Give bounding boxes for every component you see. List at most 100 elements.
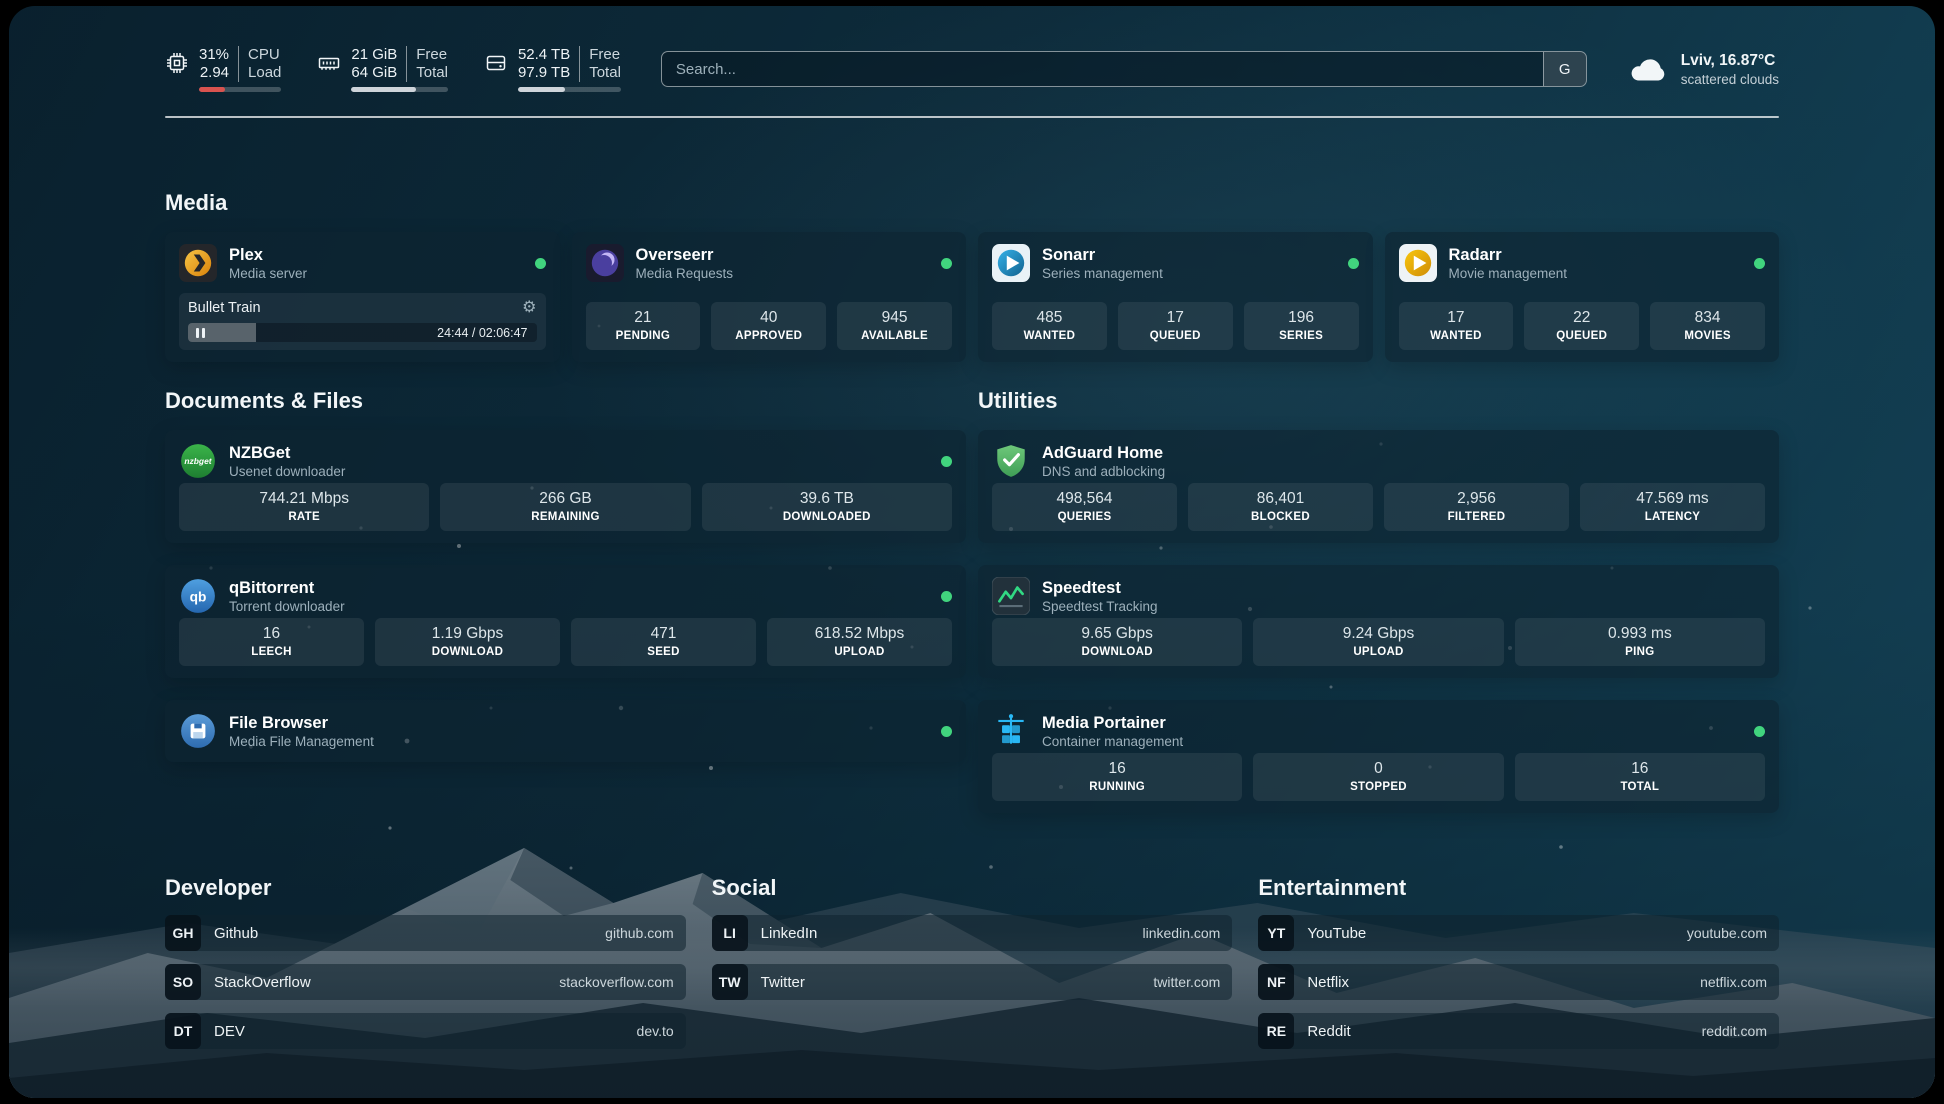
stat-box: 40 APPROVED: [711, 302, 826, 350]
pause-icon[interactable]: [196, 328, 205, 338]
disk-free: 52.4 TB: [518, 46, 570, 64]
service-subtitle: Media Requests: [636, 266, 734, 281]
bookmark-linkedin[interactable]: LI LinkedIn linkedin.com: [712, 915, 1233, 951]
plex-card[interactable]: Plex Media server Bullet Train ⚙ 24:44 /…: [165, 232, 560, 362]
portainer-card[interactable]: Media Portainer Container management 16 …: [978, 700, 1779, 813]
stat-value: 744.21 Mbps: [183, 489, 425, 508]
cpu-widget: 31% 2.94 CPU Load: [165, 46, 281, 92]
stat-value: 16: [996, 759, 1238, 778]
stat-box: 0 STOPPED: [1253, 753, 1503, 801]
stat-box: 618.52 Mbps UPLOAD: [767, 618, 952, 666]
search-bar[interactable]: G: [661, 51, 1587, 87]
search-provider-button[interactable]: G: [1543, 52, 1586, 86]
stat-box: 0.993 ms PING: [1515, 618, 1765, 666]
bookmark-name: Github: [214, 925, 258, 942]
bookmark-url: youtube.com: [1687, 925, 1767, 941]
stat-label: SERIES: [1248, 330, 1355, 342]
section-title-utilities: Utilities: [978, 388, 1779, 414]
stat-value: 618.52 Mbps: [771, 624, 948, 643]
cpu-load: 2.94: [200, 64, 229, 82]
documents-column: Documents & Files nzbget: [165, 388, 966, 813]
stat-label: DOWNLOADED: [706, 511, 948, 523]
status-dot: [941, 591, 952, 602]
stat-box: 22 QUEUED: [1524, 302, 1639, 350]
svg-text:qb: qb: [190, 589, 207, 604]
stat-box: 744.21 Mbps RATE: [179, 483, 429, 531]
bookmark-name: Netflix: [1307, 974, 1349, 991]
playback-time: 24:44 / 02:06:47: [437, 326, 527, 340]
stat-box: 485 WANTED: [992, 302, 1107, 350]
stat-label: DOWNLOAD: [379, 646, 556, 658]
service-title: qBittorrent: [229, 578, 345, 598]
stat-label: LATENCY: [1584, 511, 1761, 523]
media-grid: Plex Media server Bullet Train ⚙ 24:44 /…: [165, 232, 1779, 362]
stat-label: WANTED: [1403, 330, 1510, 342]
disk-total-label: Total: [589, 64, 621, 82]
stat-box: 17 WANTED: [1399, 302, 1514, 350]
playback-progress-bar[interactable]: 24:44 / 02:06:47: [188, 323, 537, 342]
cpu-usage-bar: [199, 87, 281, 92]
memory-total-label: Total: [416, 64, 448, 82]
gear-icon[interactable]: ⚙: [522, 300, 536, 316]
radarr-card[interactable]: Radarr Movie management 17 WANTED 22 QUE…: [1385, 232, 1780, 362]
bookmark-stackoverflow[interactable]: SO StackOverflow stackoverflow.com: [165, 964, 686, 1000]
portainer-icon: [992, 712, 1030, 750]
cpu-label: CPU: [248, 46, 281, 64]
stat-value: 2,956: [1388, 489, 1565, 508]
status-dot: [941, 726, 952, 737]
adguard-card[interactable]: AdGuard Home DNS and adblocking 498,564 …: [978, 430, 1779, 543]
stat-value: 834: [1654, 308, 1761, 327]
stat-box: 945 AVAILABLE: [837, 302, 952, 350]
dashboard-screen: 31% 2.94 CPU Load: [9, 6, 1935, 1098]
stat-value: 0: [1257, 759, 1499, 778]
speedtest-card[interactable]: Speedtest Speedtest Tracking 9.65 Gbps D…: [978, 565, 1779, 678]
stat-value: 945: [841, 308, 948, 327]
stat-box: 834 MOVIES: [1650, 302, 1765, 350]
bookmark-reddit[interactable]: RE Reddit reddit.com: [1258, 1013, 1779, 1049]
memory-free: 21 GiB: [351, 46, 397, 64]
search-input[interactable]: [662, 52, 1543, 86]
bookmark-url: stackoverflow.com: [559, 974, 673, 990]
stat-box: 2,956 FILTERED: [1384, 483, 1569, 531]
stat-box: 16 RUNNING: [992, 753, 1242, 801]
stat-box: 16 TOTAL: [1515, 753, 1765, 801]
stat-label: UPLOAD: [771, 646, 948, 658]
bookmark-url: twitter.com: [1153, 974, 1220, 990]
bookmark-twitter[interactable]: TW Twitter twitter.com: [712, 964, 1233, 1000]
sonarr-card[interactable]: Sonarr Series management 485 WANTED 17 Q…: [978, 232, 1373, 362]
bookmark-url: netflix.com: [1700, 974, 1767, 990]
section-title-social: Social: [712, 875, 1233, 901]
cpu-load-label: Load: [248, 64, 281, 82]
stackoverflow-icon: SO: [165, 964, 201, 1000]
filebrowser-card[interactable]: File Browser Media File Management: [165, 700, 966, 762]
stat-box: 21 PENDING: [586, 302, 701, 350]
stat-label: LEECH: [183, 646, 360, 658]
stat-box: 47.569 ms LATENCY: [1580, 483, 1765, 531]
disk-widget: 52.4 TB 97.9 TB Free Total: [484, 46, 621, 92]
bookmark-url: reddit.com: [1702, 1023, 1767, 1039]
disk-free-label: Free: [589, 46, 621, 64]
stat-value: 485: [996, 308, 1103, 327]
service-subtitle: DNS and adblocking: [1042, 464, 1165, 479]
nzbget-icon: nzbget: [179, 442, 217, 480]
stat-box: 86,401 BLOCKED: [1188, 483, 1373, 531]
section-title-media: Media: [165, 190, 1779, 216]
stat-value: 47.569 ms: [1584, 489, 1761, 508]
bookmark-youtube[interactable]: YT YouTube youtube.com: [1258, 915, 1779, 951]
qbittorrent-card[interactable]: qb qBittorrent Torrent downloader 16: [165, 565, 966, 678]
bookmark-dev[interactable]: DT DEV dev.to: [165, 1013, 686, 1049]
stat-label: TOTAL: [1519, 781, 1761, 793]
qbittorrent-icon: qb: [179, 577, 217, 615]
service-subtitle: Usenet downloader: [229, 464, 345, 479]
stat-label: DOWNLOAD: [996, 646, 1238, 658]
sonarr-icon: [992, 244, 1030, 282]
bookmark-netflix[interactable]: NF Netflix netflix.com: [1258, 964, 1779, 1000]
overseerr-card[interactable]: Overseerr Media Requests 21 PENDING 40 A…: [572, 232, 967, 362]
bookmark-name: Reddit: [1307, 1023, 1350, 1040]
stat-value: 39.6 TB: [706, 489, 948, 508]
stat-label: AVAILABLE: [841, 330, 948, 342]
nzbget-card[interactable]: nzbget NZBGet Usenet downloader 744.21 M…: [165, 430, 966, 543]
bookmark-github[interactable]: GH Github github.com: [165, 915, 686, 951]
status-dot: [1348, 258, 1359, 269]
stat-box: 39.6 TB DOWNLOADED: [702, 483, 952, 531]
